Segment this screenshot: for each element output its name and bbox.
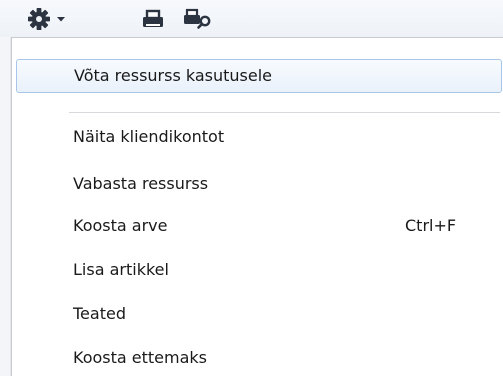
menu-item-take-resource-into-use[interactable]: Võta ressurss kasutusele [16,59,502,93]
menu-item-label: Vabasta ressurss [73,174,209,193]
menu-item-label: Võta ressurss kasutusele [74,66,273,85]
print-button[interactable] [138,4,168,34]
menu-item-notifications[interactable]: Teated [16,297,502,331]
menu-item-create-prepayment[interactable]: Koosta ettemaks [16,341,502,375]
print-preview-button[interactable] [180,4,216,34]
menu-item-label: Koosta arve [73,216,168,235]
chevron-down-icon [57,17,65,22]
menu-item-label: Teated [73,304,126,323]
menu-item-show-customer-account[interactable]: Näita kliendikontot [16,120,502,154]
menu-item-label: Koosta ettemaks [73,348,207,367]
menu-item-release-resource[interactable]: Vabasta ressurss [16,167,502,201]
menu-item-add-article[interactable]: Lisa artikkel [16,253,502,287]
gear-icon [28,8,65,30]
menu-item-label: Lisa artikkel [73,260,169,279]
menu-item-shortcut: Ctrl+F [405,216,457,235]
printer-icon [143,9,163,27]
menu-separator [69,112,500,113]
background-panel-edge [0,37,11,376]
menu-item-create-invoice[interactable]: Koosta arve Ctrl+F [16,209,502,243]
toolbar [0,0,503,37]
context-menu: Võta ressurss kasutusele Näita kliendiko… [11,37,503,376]
print-preview-icon [184,8,211,29]
menu-item-label: Näita kliendikontot [73,127,225,146]
settings-dropdown-button[interactable] [26,4,70,34]
